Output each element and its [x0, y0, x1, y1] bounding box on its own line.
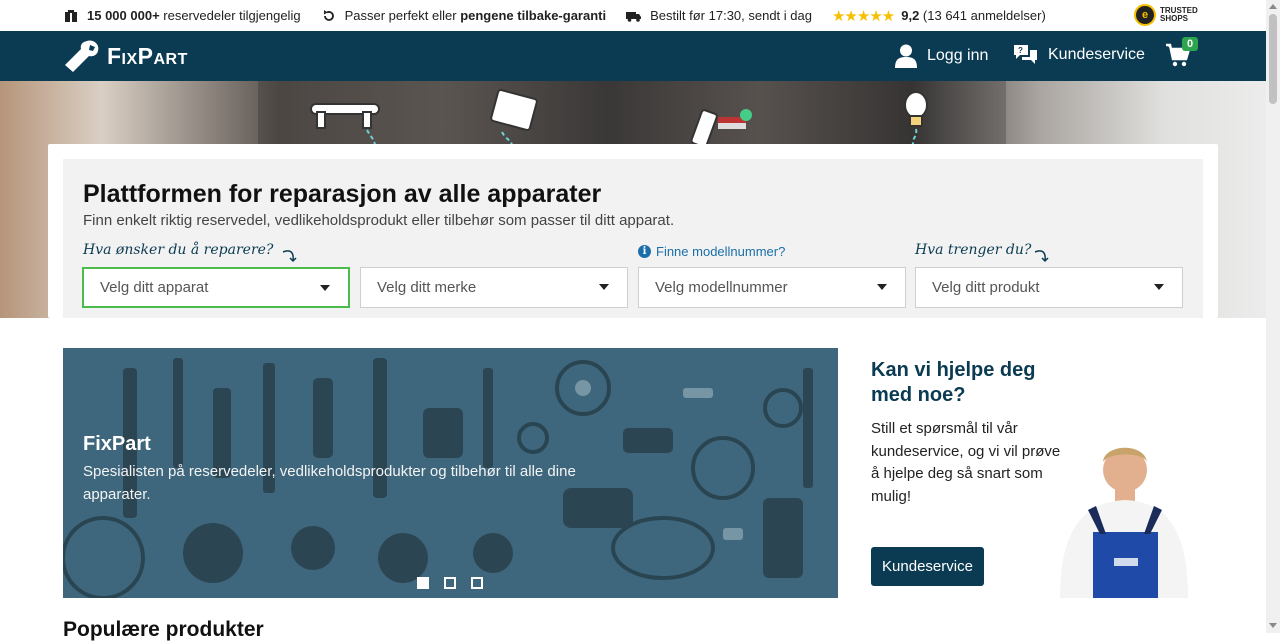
- carousel-dot-2[interactable]: [444, 577, 456, 589]
- hint-need: Hva trenger du?: [915, 242, 1032, 258]
- cart-button[interactable]: 0: [1166, 37, 1199, 72]
- login-label: Logg inn: [927, 47, 989, 64]
- usp-bar: 15 000 000+ reservedeler tilgjengelig Pa…: [0, 0, 1266, 31]
- select-appliance-value: Velg ditt apparat: [100, 279, 209, 296]
- rating-value: 9,2: [901, 8, 920, 23]
- select-model-number[interactable]: Velg modellnummer: [638, 267, 906, 308]
- wrench-logo-icon: [65, 40, 99, 72]
- scroll-up-icon[interactable]: [1269, 4, 1277, 9]
- customer-service-label: Kundeservice: [1048, 46, 1145, 63]
- banner-title: FixPart: [83, 433, 151, 455]
- trusted-line2: SHOPS: [1160, 14, 1189, 23]
- select-model-value: Velg modellnummer: [655, 279, 788, 296]
- trusted-shops-badge[interactable]: e TRUSTED SHOPS: [1134, 4, 1198, 26]
- return-icon: [321, 8, 337, 24]
- lightbulb-part-icon: [904, 91, 928, 148]
- select-brand-value: Velg ditt merke: [377, 279, 477, 296]
- find-model-number-link[interactable]: i Finne modellnummer?: [638, 244, 785, 259]
- parts-text: reservedeler tilgjengelig: [159, 8, 301, 23]
- usp-shipping: Bestilt før 17:30, sendt i dag: [626, 8, 812, 24]
- hint-repair: Hva ønsker du å reparere?: [83, 242, 274, 258]
- cart-count-badge: 0: [1182, 37, 1199, 51]
- rating-stars-icon: ★★★★★: [831, 7, 895, 25]
- caret-down-icon: [877, 284, 887, 290]
- carousel-dots: [417, 577, 498, 589]
- customer-service-button[interactable]: Kundeservice: [871, 547, 984, 586]
- caret-down-icon: [1154, 284, 1164, 290]
- select-brand[interactable]: Velg ditt merke: [360, 267, 628, 308]
- guarantee-prefix: Passer perfekt eller: [344, 8, 461, 23]
- hero-subtitle: Finn enkelt riktig reservedel, vedlikeho…: [83, 212, 675, 229]
- service-agent-photo: [1060, 447, 1188, 598]
- select-product[interactable]: Velg ditt produkt: [915, 267, 1183, 308]
- parts-count: 15 000 000+: [87, 8, 160, 23]
- scrollbar-thumb[interactable]: [1269, 14, 1277, 104]
- rating-count: (13 641 anmeldelser): [919, 8, 1046, 23]
- usp-guarantee: Passer perfekt eller pengene tilbake-gar…: [321, 8, 607, 24]
- banner-text: Spesialisten på reservedeler, vedlikehol…: [83, 463, 576, 503]
- login-link[interactable]: Logg inn: [895, 44, 988, 68]
- caret-down-icon: [320, 285, 330, 291]
- promo-banner[interactable]: FixPart Spesialisten på reservedeler, ve…: [63, 348, 838, 598]
- chat-bubbles-icon: ?: [1014, 45, 1037, 64]
- cleaner-bottle-icon: [690, 109, 752, 146]
- box-icon: [63, 8, 79, 24]
- help-text: Still et spørsmål til vår kundeservice, …: [871, 420, 1061, 505]
- carousel-dot-1[interactable]: [417, 577, 429, 589]
- help-title: Kan vi hjelpe deg med noe?: [871, 359, 1036, 406]
- select-appliance[interactable]: Velg ditt apparat: [82, 267, 350, 308]
- customer-service-link[interactable]: ? Kundeservice: [1013, 44, 1145, 66]
- scroll-down-icon[interactable]: [1269, 623, 1277, 628]
- page-scrollbar[interactable]: [1266, 0, 1280, 633]
- find-model-number-label: Finne modellnummer?: [656, 244, 786, 259]
- guarantee-bold: pengene tilbake-garanti: [460, 8, 607, 23]
- info-icon: i: [638, 245, 651, 258]
- usp-rating[interactable]: ★★★★★ 9,2 (13 641 anmeldelser): [832, 7, 1046, 25]
- logo-text: FixPart: [107, 42, 188, 69]
- truck-icon: [626, 8, 642, 24]
- select-product-value: Velg ditt produkt: [932, 279, 1040, 296]
- main-nav: FixPart Logg inn ? Kundeservice 0: [0, 31, 1266, 81]
- logo[interactable]: FixPart: [63, 39, 188, 73]
- carousel-dot-3[interactable]: [471, 577, 483, 589]
- trusted-shops-seal-icon: e: [1134, 4, 1156, 26]
- hint-arrow-icon: [282, 250, 297, 263]
- hint-arrow-icon: [1034, 250, 1049, 263]
- svg-text:?: ?: [1018, 46, 1023, 55]
- shipping-text: Bestilt før 17:30, sendt i dag: [650, 8, 812, 23]
- filter-part-icon: [490, 89, 538, 146]
- caret-down-icon: [599, 284, 609, 290]
- usp-parts: 15 000 000+ reservedeler tilgjengelig: [63, 8, 301, 24]
- hero-title: Plattformen for reparasjon av alle appar…: [83, 180, 602, 208]
- popular-products-heading: Populære produkter: [63, 618, 264, 641]
- user-icon: [895, 44, 917, 68]
